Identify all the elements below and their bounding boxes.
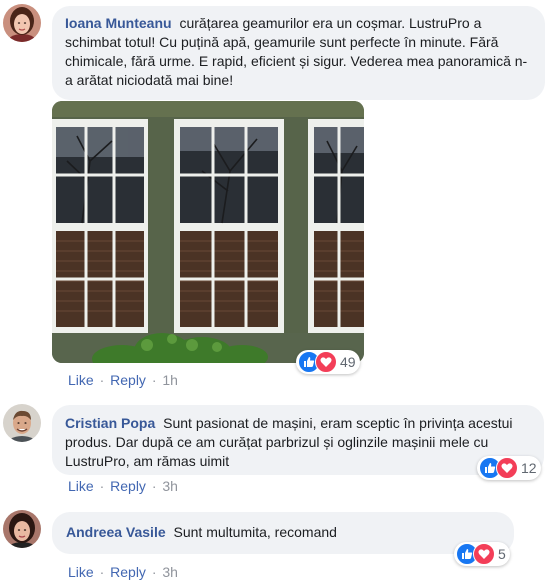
reaction-count: 12 xyxy=(521,460,537,476)
comment-bubble: Andreea Vasile Sunt multumita, recomand xyxy=(52,512,514,554)
reply-link[interactable]: Reply xyxy=(110,564,146,580)
comment-bubble: Ioana Munteanu curățarea geamurilor era … xyxy=(52,6,545,100)
reaction-count: 49 xyxy=(340,354,356,370)
comment-bubble: Cristian Popa Sunt pasionat de mașini, e… xyxy=(52,405,544,475)
separator-dot: · xyxy=(151,372,157,388)
separator-dot: · xyxy=(151,478,157,494)
comment-actions: Like · Reply · 3h xyxy=(68,478,178,494)
comment-text: Sunt multumita, recomand xyxy=(173,524,337,540)
reaction-summary[interactable]: 49 xyxy=(296,350,360,374)
separator-dot: · xyxy=(99,564,105,580)
avatar[interactable] xyxy=(3,404,41,442)
separator-dot: · xyxy=(151,564,157,580)
avatar[interactable] xyxy=(3,4,41,42)
comment-time[interactable]: 3h xyxy=(162,478,178,494)
separator-dot: · xyxy=(99,372,105,388)
comment-actions: Like · Reply · 1h xyxy=(68,372,178,388)
comment-time[interactable]: 1h xyxy=(162,372,178,388)
like-link[interactable]: Like xyxy=(68,478,94,494)
reply-link[interactable]: Reply xyxy=(110,372,146,388)
love-reaction-icon xyxy=(315,351,337,373)
reply-link[interactable]: Reply xyxy=(110,478,146,494)
avatar[interactable] xyxy=(3,510,41,548)
reaction-summary[interactable]: 5 xyxy=(454,542,510,566)
reaction-summary[interactable]: 12 xyxy=(477,456,541,480)
comment-author[interactable]: Andreea Vasile xyxy=(66,524,166,540)
reaction-count: 5 xyxy=(498,546,506,562)
comment-author[interactable]: Cristian Popa xyxy=(65,415,155,431)
like-link[interactable]: Like xyxy=(68,564,94,580)
comment-actions: Like · Reply · 3h xyxy=(68,564,178,580)
comment-author[interactable]: Ioana Munteanu xyxy=(65,15,172,31)
like-link[interactable]: Like xyxy=(68,372,94,388)
love-reaction-icon xyxy=(496,457,518,479)
separator-dot: · xyxy=(99,478,105,494)
comment-time[interactable]: 3h xyxy=(162,564,178,580)
love-reaction-icon xyxy=(473,543,495,565)
comment-photo[interactable] xyxy=(52,101,364,363)
